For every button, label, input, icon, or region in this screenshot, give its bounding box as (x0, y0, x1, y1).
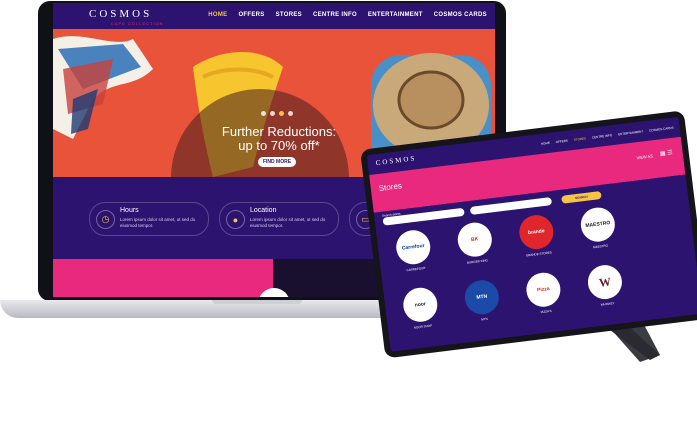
slider-dot[interactable] (270, 111, 275, 116)
promo-block-pink (53, 259, 273, 297)
hours-title: Hours (120, 207, 139, 214)
nav-offers[interactable]: OFFERS (238, 12, 264, 18)
location-card[interactable]: ● Location Lorem ipsum dolor sit amet, u… (219, 202, 339, 236)
noor-logo: noor (401, 285, 440, 324)
store-tile-pizza[interactable]: Pizza PIZZA'S (517, 270, 572, 317)
store-tile-brande[interactable]: brande BRANDE STORES (509, 212, 564, 259)
nav-entertainment[interactable]: ENTERTAINMENT (368, 12, 423, 18)
store-tile-noor[interactable]: noor NOOR SHOP (393, 285, 448, 332)
store-name: MTN (481, 316, 489, 322)
slider-dot[interactable] (288, 111, 293, 116)
pizza-logo: Pizza (524, 270, 563, 309)
tablet-cosmos-logo[interactable]: COSMOS (375, 154, 416, 167)
tablet-nav-cosmos-cards[interactable]: COSMOS CARDS (649, 126, 674, 133)
store-tile-maestro[interactable]: MAESTRO MAESTRO (571, 205, 626, 252)
tablet-device: COSMOS HOME OFFERS STORES CENTRE INFO EN… (360, 106, 697, 363)
tablet-nav-home[interactable]: HOME (541, 141, 550, 146)
grid-list-toggle-icon[interactable]: ▦ ☰ (660, 149, 673, 158)
hours-text: Lorem ipsum dolor sit amet, ut sed do ei… (120, 217, 196, 228)
store-name: BRANDE STORES (526, 250, 552, 258)
logo-subtitle: CAPE COLLECTION (111, 21, 164, 26)
tablet-screen: COSMOS HOME OFFERS STORES CENTRE INFO EN… (366, 116, 697, 352)
hero-line-1: Further Reductions: (221, 124, 337, 139)
hero-line-2: up to 70% off* (238, 138, 320, 153)
burger-king-logo: BK (455, 220, 494, 259)
store-tile-carrefour[interactable]: Carrefour CARREFOUR (386, 227, 441, 274)
slider-dot-active[interactable] (279, 111, 284, 116)
nav-menu: HOME OFFERS STORES CENTRE INFO ENTERTAIN… (208, 12, 487, 18)
store-tile-whiskey[interactable]: W WHISKEY (578, 262, 633, 309)
hours-card[interactable]: ◷ Hours Lorem ipsum dolor sit amet, ut s… (89, 202, 209, 236)
nav-centre-info[interactable]: CENTRE INFO (313, 12, 357, 18)
scarf-image (53, 36, 153, 139)
nav-home[interactable]: HOME (208, 12, 227, 18)
nav-cosmos-cards[interactable]: COSMOS CARDS (434, 12, 487, 18)
whiskey-logo: W (585, 263, 624, 302)
store-name: NOOR SHOP (413, 323, 433, 330)
location-pin-icon: ● (226, 210, 245, 229)
location-title: Location (250, 207, 277, 214)
store-name: MAESTRO (592, 243, 609, 250)
find-more-button[interactable]: FIND MORE (258, 157, 296, 167)
laptop-notch (212, 300, 302, 304)
store-name: CARREFOUR (406, 265, 426, 273)
hero-headline: Further Reductions: up to 70% off* (193, 125, 365, 153)
store-name: BURGER KING (466, 258, 489, 265)
carrefour-logo: Carrefour (394, 228, 433, 267)
slider-dot[interactable] (261, 111, 266, 116)
store-tile-mtn[interactable]: MTN MTN (455, 277, 510, 324)
store-name: WHISKEY (600, 301, 615, 307)
category-select[interactable] (469, 197, 553, 215)
store-name: PIZZA'S (540, 308, 552, 315)
stores-page-title: Stores (378, 181, 403, 193)
cosmos-logo[interactable]: COSMOS (89, 8, 152, 20)
mtn-logo: MTN (462, 278, 501, 317)
top-navigation: COSMOS CAPE COLLECTION HOME OFFERS STORE… (53, 3, 495, 29)
brande-logo: brande (517, 213, 556, 252)
slider-dots (261, 111, 293, 116)
store-search-input[interactable] (382, 207, 465, 226)
view-as-label: VIEW AS (636, 153, 654, 161)
clock-icon: ◷ (96, 210, 115, 229)
tablet-nav-centre-info[interactable]: CENTRE INFO (592, 133, 613, 139)
nav-stores[interactable]: STORES (276, 12, 302, 18)
maestro-logo: MAESTRO (578, 205, 617, 244)
location-text: Lorem ipsum dolor sit amet, ut sed do ei… (250, 217, 326, 228)
tablet-nav-offers[interactable]: OFFERS (556, 139, 569, 144)
store-tile-burger-king[interactable]: BK BURGER KING (448, 220, 503, 267)
tablet-nav-stores[interactable]: STORES (574, 136, 587, 141)
tablet-nav-entertainment[interactable]: ENTERTAINMENT (618, 129, 644, 136)
search-button[interactable]: SEARCH (561, 190, 602, 204)
